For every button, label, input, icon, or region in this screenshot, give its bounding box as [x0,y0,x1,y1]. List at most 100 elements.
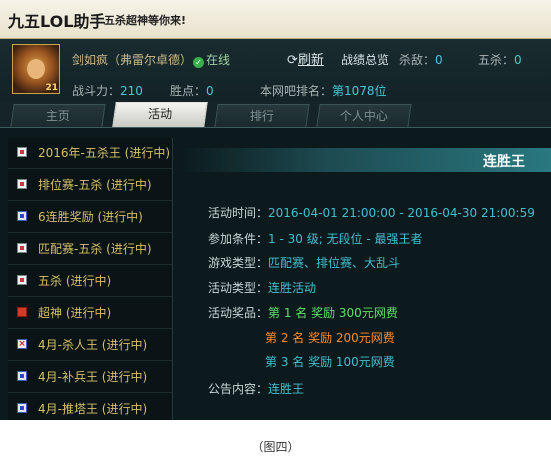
stats-summary-link[interactable]: 战绩总览 [341,51,389,68]
event-condition-value: 1 - 30 级; 无段位 - 最强王者 [268,232,423,246]
event-item[interactable]: 4月-补兵王 (进行中) [8,362,172,390]
divider [8,328,172,329]
divider [8,232,172,233]
tab-ranking-label: 排行 [249,109,274,123]
event-item-label: 2016年-五杀王 (进行中) [38,146,171,160]
power-stat: 战斗力：210 [72,82,143,99]
game-type-row: 游戏类型：匹配赛、排位赛、大乱斗 [208,254,400,271]
tab-home-label: 主页 [45,109,70,123]
rank-label: 本网吧排名： [260,84,333,98]
app-window: 九五LOL助手 五杀超神等你来! 21 剑如疯（弗雷尔卓德） ✓ 在线 ⟳刷新 战… [0,0,551,420]
tab-profile[interactable]: 个人中心 [316,104,412,127]
tab-events[interactable]: 活动 [112,102,208,127]
event-item[interactable]: 2016年-五杀王 (进行中) [8,138,172,166]
blue-badge-icon [17,371,27,381]
event-item-label: 超神 (进行中) [38,306,112,320]
avatar-level: 21 [45,83,58,93]
event-condition-row: 参加条件：1 - 30 级; 无段位 - 最强王者 [208,230,423,247]
tab-events-label: 活动 [148,107,173,121]
event-time-row: 活动时间：2016-04-01 21:00:00 - 2016-04-30 21… [208,204,535,221]
reward-first: 第 1 名 奖励 300元网费 [268,306,398,320]
tab-ranking[interactable]: 排行 [214,104,310,127]
divider [8,200,172,201]
wins-value: 0 [206,84,214,98]
event-item[interactable]: 匹配赛-五杀 (进行中) [8,234,172,262]
event-flag-icon [17,243,27,253]
event-item-label: 五杀 (进行中) [38,274,112,288]
game-type-value: 匹配赛、排位赛、大乱斗 [268,256,401,270]
event-title: 连胜王 [483,154,525,170]
divider [8,264,172,265]
event-condition-label: 参加条件： [208,232,269,246]
rank-value: 第1078位 [332,84,387,98]
event-time-value: 2016-04-01 21:00:00 - 2016-04-30 21:00:5… [268,206,535,220]
reward-row: 活动奖品：第 1 名 奖励 300元网费 [208,304,398,321]
divider [8,360,172,361]
event-item[interactable]: 五杀 (进行中) [8,266,172,294]
check-icon: ✓ [193,57,204,68]
event-item-label: 4月-补兵王 (进行中) [38,370,148,384]
event-time-label: 活动时间： [208,206,269,220]
notice-value: 连胜王 [268,382,305,396]
wins-stat: 胜点：0 [170,82,214,99]
rank-stat: 本网吧排名：第1078位 [260,82,387,99]
event-item-label: 匹配赛-五杀 (进行中) [38,242,152,256]
title-bar: 九五LOL助手 五杀超神等你来! [0,0,551,39]
app-title: 九五LOL助手 [8,12,106,31]
power-label: 战斗力： [72,84,121,98]
event-item-label: 6连胜奖励 (进行中) [38,210,143,224]
event-item[interactable]: 4月-推塔王 (进行中) [8,394,172,420]
tab-profile-label: 个人中心 [339,109,388,123]
event-item[interactable]: 超神 (进行中) [8,298,172,326]
app-slogan: 五杀超神等你来! [104,14,187,27]
reward-third-row: 第 3 名 奖励 100元网费 [265,353,395,370]
online-status-label: 在线 [206,53,231,67]
event-item-label: 4月-推塔王 (进行中) [38,402,148,416]
notice-label: 公告内容： [208,382,269,396]
event-kind-label: 活动类型： [208,281,269,295]
wins-label: 胜点： [170,84,207,98]
reward-second-row: 第 2 名 奖励 200元网费 [265,329,395,346]
refresh-icon: ⟳ [287,53,298,68]
penta-stat: 五杀：0 [478,51,522,68]
divider [8,392,172,393]
event-detail: 连胜王 活动时间：2016-04-01 21:00:00 - 2016-04-3… [182,138,551,420]
online-status: ✓ 在线 [193,51,230,68]
reward-label: 活动奖品： [208,306,269,320]
event-header: 连胜王 [182,148,551,172]
event-flag-icon [17,275,27,285]
tab-bar: 主页 活动 排行 个人中心 [0,101,551,128]
event-item[interactable]: × 4月-杀人王 (进行中) [8,330,172,358]
event-kind-row: 活动类型：连胜活动 [208,279,316,296]
penta-label: 五杀： [478,53,515,67]
event-flag-icon [17,179,27,189]
figure-caption: （图四） [251,440,300,454]
game-type-label: 游戏类型： [208,256,269,270]
refresh-label: 刷新 [297,53,324,68]
event-item-label: 排位赛-五杀 (进行中) [38,178,152,192]
kills-value: 0 [435,53,443,67]
profile-panel: 21 剑如疯（弗雷尔卓德） ✓ 在线 ⟳刷新 战绩总览 杀敌：0 五杀：0 战斗力… [0,39,551,101]
kills-label: 杀敌： [399,53,436,67]
blue-badge-icon [17,403,27,413]
kills-stat: 杀敌：0 [399,51,443,68]
reward-third: 第 3 名 奖励 100元网费 [265,355,395,369]
penta-value: 0 [514,53,522,67]
event-item-label: 4月-杀人王 (进行中) [38,338,148,352]
event-list: 2016年-五杀王 (进行中) 排位赛-五杀 (进行中) 6连胜奖励 (进行中)… [8,138,173,420]
content-area: 2016年-五杀王 (进行中) 排位赛-五杀 (进行中) 6连胜奖励 (进行中)… [0,128,551,420]
event-kind-value: 连胜活动 [268,281,317,295]
avatar[interactable]: 21 [12,44,60,94]
divider [8,168,172,169]
tab-home[interactable]: 主页 [10,104,106,127]
divider [8,296,172,297]
player-name: 剑如疯（弗雷尔卓德） [72,53,193,67]
event-flag-icon [17,147,27,157]
reward-second: 第 2 名 奖励 200元网费 [265,331,395,345]
event-item[interactable]: 6连胜奖励 (进行中) [8,202,172,230]
champion-face-icon [27,59,45,79]
notice-row: 公告内容：连胜王 [208,380,304,397]
refresh-button[interactable]: ⟳刷新 [287,49,324,68]
event-item[interactable]: 排位赛-五杀 (进行中) [8,170,172,198]
red-badge-icon [17,307,27,317]
